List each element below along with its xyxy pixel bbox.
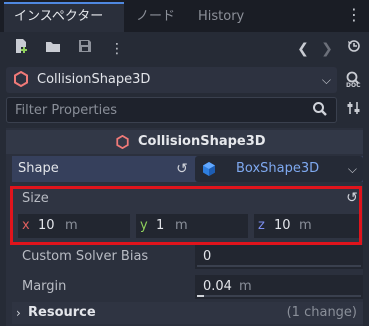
margin-property: Margin 0.04 m [12,274,363,300]
resource-section[interactable]: › Resource (1 change) [12,302,363,324]
object-history-icon[interactable] [343,38,365,60]
collision-shape-icon [116,134,129,150]
shape-property: Shape ↺ BoxShape3D ⌵ [12,156,363,182]
custom-solver-bias-label: Custom Solver Bias [22,249,149,264]
collision-shape-icon [14,70,28,88]
inspector-toolbar: ⋮ ❮ ❯ [0,34,369,64]
filter-properties-input[interactable]: Filter Properties [6,97,337,123]
shape-label: Shape [18,161,59,176]
help-docs-icon[interactable]: DOC [344,70,364,90]
custom-solver-bias-value: 0 [203,249,212,264]
highlight-box [10,186,362,245]
slider-fill [197,295,204,297]
chevron-right-icon: › [16,306,21,320]
custom-solver-bias-property: Custom Solver Bias 0 [12,244,363,270]
property-tools-icon[interactable] [344,100,364,120]
tab-inspector[interactable]: インスペクター [4,2,124,32]
svg-text:DOC: DOC [346,82,361,88]
node-selector-label: CollisionShape3D [37,72,151,87]
resource-label: Resource [28,305,96,320]
section-title: CollisionShape3D [138,134,266,149]
tab-node[interactable]: ノード [136,4,175,30]
slider-track [197,295,361,297]
tab-menu-icon[interactable]: ⋮ [345,4,363,26]
filter-placeholder: Filter Properties [15,103,118,118]
margin-unit: m [239,279,252,294]
tab-bar: インスペクター ノード History ⋮ [0,0,369,32]
new-resource-icon[interactable] [10,38,32,60]
more-options-icon[interactable]: ⋮ [106,38,128,60]
box-shape-icon [201,161,217,177]
slider-track [197,265,361,267]
node-selector[interactable]: CollisionShape3D ⌵ [6,67,337,93]
save-icon[interactable] [74,38,96,60]
margin-slider[interactable]: 0.04 m [195,275,363,299]
chevron-down-icon: ⌵ [321,73,331,87]
history-back-icon[interactable]: ❮ [292,38,314,60]
search-icon [312,101,330,119]
section-header: CollisionShape3D [6,130,363,154]
custom-solver-bias-slider[interactable]: 0 [195,245,363,269]
shape-resource-picker[interactable]: BoxShape3D ⌵ [195,156,363,182]
tab-history[interactable]: History [198,4,244,30]
margin-value: 0.04 [203,279,232,294]
chevron-down-icon: ⌵ [347,162,357,176]
revert-icon[interactable]: ↺ [173,160,191,178]
margin-label: Margin [22,279,67,294]
resource-change-count: (1 change) [286,305,357,320]
open-folder-icon[interactable] [42,38,64,60]
history-forward-icon[interactable]: ❯ [316,38,338,60]
shape-value: BoxShape3D [236,161,320,176]
